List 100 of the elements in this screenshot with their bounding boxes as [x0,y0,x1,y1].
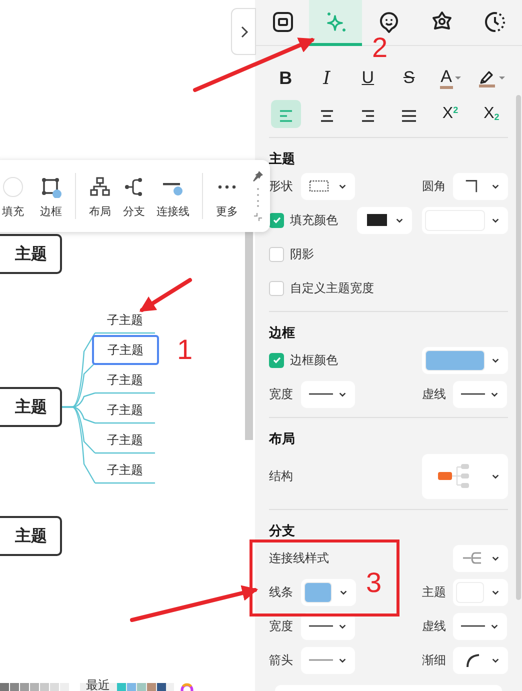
color-swatch[interactable] [50,683,59,691]
chevron-down-icon [491,554,500,562]
check-icon [272,215,282,225]
chevron-right-icon [238,24,248,38]
chevron-down-icon [490,390,499,398]
topic-node[interactable]: 主题 [0,387,62,427]
color-swatch[interactable] [157,683,166,691]
color-swatch[interactable] [147,683,156,691]
structure-dropdown[interactable] [422,454,508,498]
subtopic-node[interactable]: 子主题 [95,365,155,395]
annotation-number: 2 [372,32,388,64]
topic-node[interactable]: 主题 [0,234,62,274]
bold-button[interactable]: B [265,63,306,93]
subtopic-node[interactable]: 子主题 [95,425,155,455]
strikethrough-button[interactable]: S [388,63,430,93]
dotted-rectangle-icon [309,179,329,193]
scrollbar[interactable] [516,95,521,600]
color-swatch[interactable] [20,683,29,691]
color-swatch[interactable] [137,683,146,691]
field-label: 圆角 [422,178,447,195]
checkbox[interactable] [269,212,284,228]
clock-icon [482,10,506,34]
toolbar-button[interactable]: 连接线 [151,160,195,232]
more-icon [218,184,236,190]
fill-color-dropdown[interactable] [357,206,412,234]
chevron-down-icon [490,622,499,630]
underline-button[interactable]: U [347,63,388,93]
chevron-down-icon [491,472,500,480]
topic-node[interactable]: 主题 [0,516,62,556]
curve-icon [466,653,480,667]
field-label: 结构 [269,468,293,485]
corner-dropdown[interactable] [453,172,508,200]
checkbox[interactable] [269,246,284,262]
check-icon [272,355,282,365]
color-dropdown[interactable] [422,206,508,234]
color-swatch[interactable] [117,683,126,691]
toolbar-button[interactable]: 布局 [83,160,117,232]
checkbox[interactable] [269,280,284,296]
connector-style-dropdown[interactable] [453,544,508,572]
subtopic-node[interactable]: 子主题 [95,455,155,485]
shape-dropdown[interactable] [301,172,355,200]
color-swatch[interactable] [0,683,9,691]
align-left-button[interactable] [270,100,301,128]
checkbox[interactable] [269,352,284,368]
field-label: 宽度 [269,618,294,635]
line-icon [461,392,485,396]
field-label: 连接线样式 [269,550,329,567]
chevron-down-icon [491,588,500,596]
annotation-number: 3 [366,567,382,599]
section-title: 主题 [269,150,296,168]
subtopic-node[interactable]: 子主题 [95,305,155,335]
field-label: 渐细 [422,652,447,669]
drag-handle-icon[interactable] [256,187,260,207]
subtopic-node[interactable]: 子主题 [95,395,155,425]
chevron-down-icon [491,356,500,364]
resize-corner-icon[interactable] [253,212,263,222]
toolbar-button[interactable]: 更多 [210,160,244,232]
pin-icon[interactable] [252,170,264,182]
chevron-down-icon [338,622,347,630]
border-icon [40,176,62,198]
structure-icon [438,462,472,490]
line-icon [309,392,333,396]
field-label: 宽度 [269,386,294,403]
color-dropdown[interactable] [453,578,508,606]
color-swatch[interactable] [40,683,49,691]
chevron-down-icon [491,182,500,190]
toolbar-button[interactable]: 边框 [34,160,68,232]
line-icon [461,624,485,628]
field-label: 边框颜色 [290,352,338,369]
color-swatch[interactable] [127,683,136,691]
field-label: 阴影 [290,246,314,263]
branch-icon [123,176,145,198]
arrow-dropdown[interactable] [301,646,355,674]
field-label: 自定义主题宽度 [290,280,374,297]
toolbar-button[interactable]: 分支 [117,160,151,232]
line-dropdown[interactable] [453,612,507,640]
line-dropdown[interactable] [453,380,507,408]
chevron-down-icon [338,182,347,190]
chevron-down-icon [395,216,404,224]
field-label: 箭头 [269,652,294,669]
caret-icon [454,75,461,81]
toolbar-button[interactable]: 填充 [0,160,34,232]
chevron-down-icon [491,656,500,664]
annotation-arrow [139,278,192,312]
annotation-number: 1 [177,334,193,366]
subtopic-node[interactable]: 子主题 [92,335,159,365]
color-swatch[interactable] [60,683,69,691]
color-dropdown[interactable] [301,578,356,606]
color-swatch[interactable] [10,683,19,691]
connector-style-icon [463,551,483,565]
color-swatch[interactable] [30,683,39,691]
field-label: 形状 [269,178,294,195]
italic-button[interactable]: I [306,63,348,93]
field-label: 虚线 [422,618,447,635]
color-dropdown[interactable] [422,346,508,374]
line-dropdown[interactable] [301,380,355,408]
subscript-button[interactable]: X2 [476,100,506,128]
font-color-button[interactable]: A [430,63,471,93]
taper-dropdown[interactable] [453,646,508,674]
section-title: 分支 [269,522,296,540]
